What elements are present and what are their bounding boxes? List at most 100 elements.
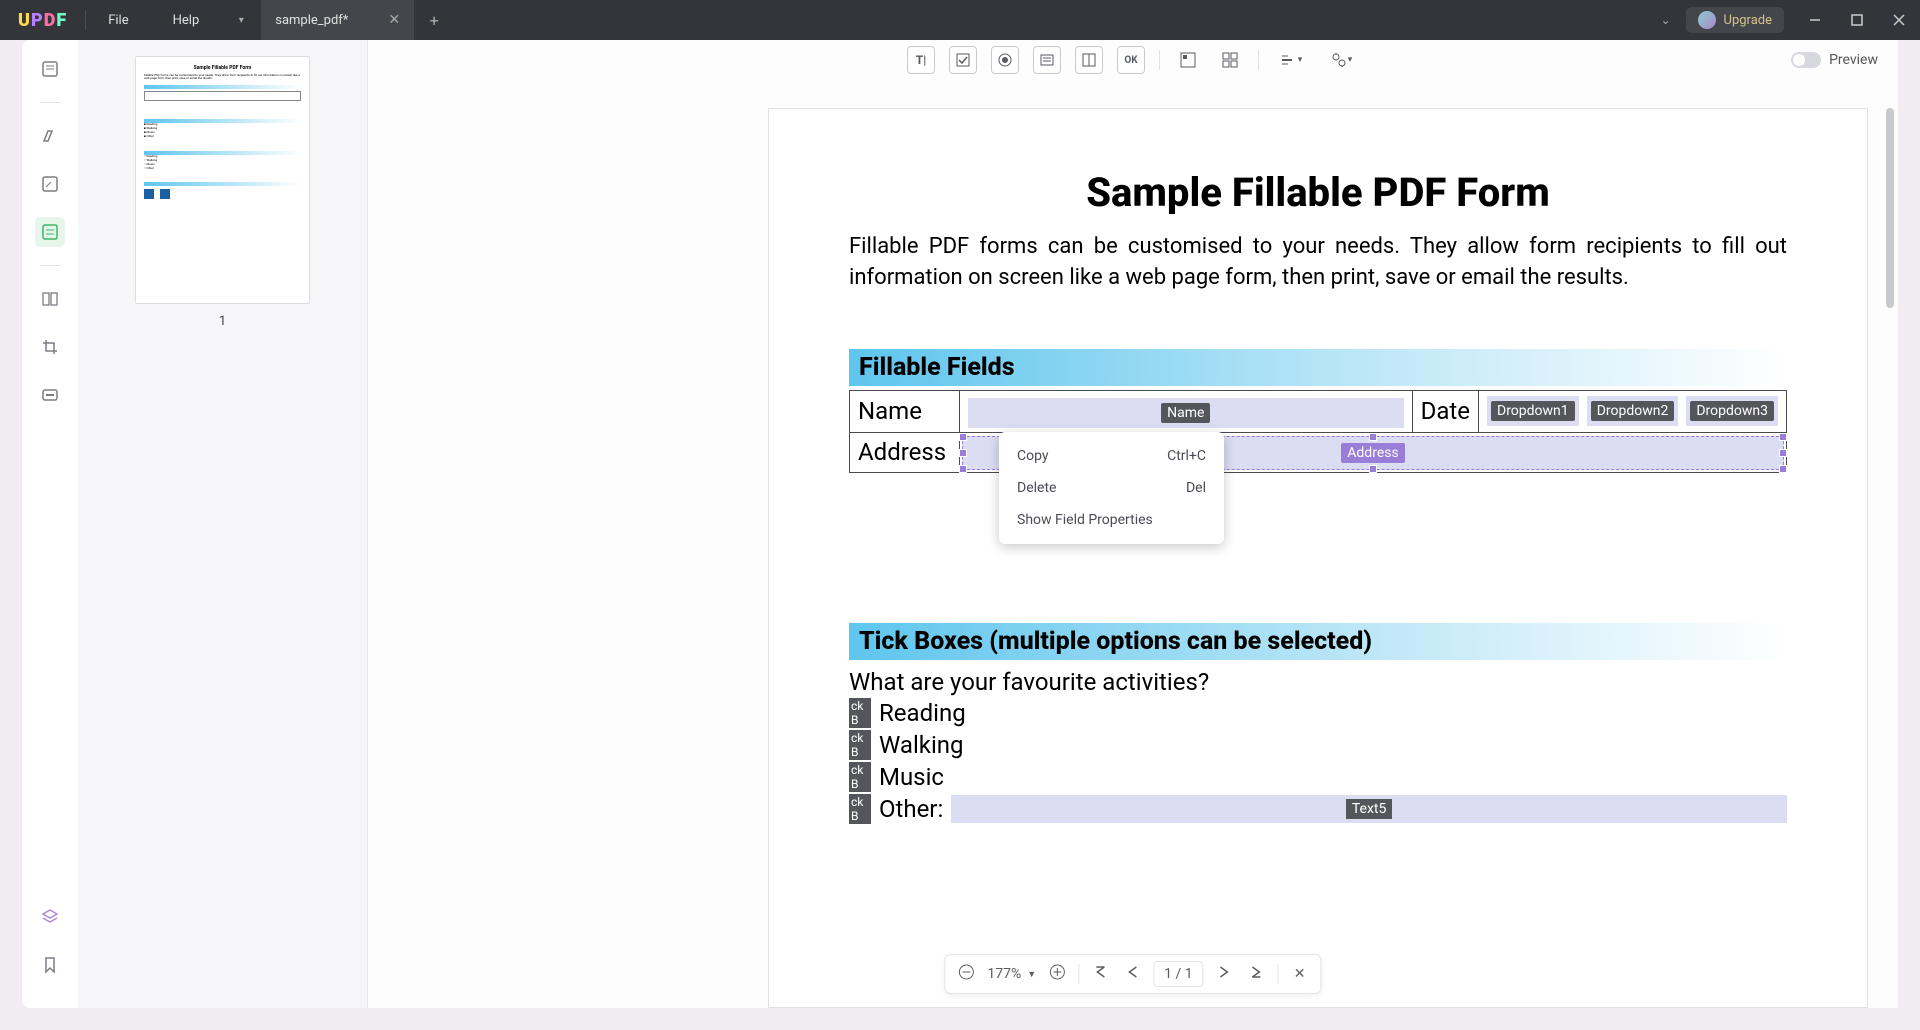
maximize-icon: [1851, 14, 1863, 26]
resize-handle[interactable]: [1779, 449, 1787, 457]
page-navigator: 177%▼ 1 / 1 ✕: [944, 954, 1321, 994]
zoom-level[interactable]: 177%▼: [987, 966, 1036, 982]
field-tag: Address: [1341, 443, 1404, 463]
resize-handle[interactable]: [959, 433, 967, 441]
app-body: Sample Fillable PDF Form Fillable PDF fo…: [22, 40, 1898, 1008]
tool-textfield[interactable]: T|: [907, 46, 935, 74]
rail-redact-icon[interactable]: [35, 380, 65, 410]
field-tag: Name: [1161, 403, 1210, 423]
rail-read-icon[interactable]: [35, 54, 65, 84]
switch-icon: [1791, 52, 1821, 68]
tool-align[interactable]: ▾: [1273, 46, 1309, 74]
left-rail: [22, 40, 78, 1008]
last-page-button[interactable]: [1246, 965, 1268, 983]
form-toolbar: T| OK ▾ ▾: [907, 46, 1359, 74]
menu-file[interactable]: File: [86, 13, 150, 28]
first-page-button[interactable]: [1089, 965, 1111, 983]
close-icon: [1893, 14, 1905, 26]
option-label: Other:: [879, 795, 943, 823]
nav-separator: [1078, 964, 1079, 984]
ctx-show-properties[interactable]: Show Field Properties: [999, 504, 1224, 536]
tool-settings[interactable]: ▾: [1323, 46, 1359, 74]
rail-separator: [40, 265, 60, 266]
prev-page-button[interactable]: [1121, 965, 1143, 983]
intro-paragraph: Fillable PDF forms can be customised to …: [849, 232, 1787, 294]
page-thumbnail[interactable]: Sample Fillable PDF Form Fillable PDF fo…: [135, 56, 310, 304]
ctx-copy[interactable]: Copy Ctrl+C: [999, 440, 1224, 472]
page-indicator[interactable]: 1 / 1: [1153, 961, 1203, 987]
checkbox-badge[interactable]: ck B: [849, 730, 871, 760]
tool-dropdown[interactable]: [1033, 46, 1061, 74]
document-area: T| OK ▾ ▾ Preview Sample Fillable PDF Fo…: [368, 40, 1898, 1008]
context-menu: Copy Ctrl+C Delete Del Show Field Proper…: [999, 432, 1224, 544]
titlebar: UPDF File Help ▾ sample_pdf* ✕ + ⌄ Upgra…: [0, 0, 1920, 40]
page-title: Sample Fillable PDF Form: [849, 169, 1787, 216]
resize-handle[interactable]: [1779, 433, 1787, 441]
name-field-cell: Name: [960, 390, 1413, 432]
other-text-field[interactable]: Text5: [951, 795, 1787, 823]
rail-edit-icon[interactable]: [35, 169, 65, 199]
tool-image-field[interactable]: [1174, 46, 1202, 74]
menu-help[interactable]: Help: [151, 13, 222, 28]
date-dropdown-1[interactable]: Dropdown1: [1487, 396, 1579, 426]
close-tab-icon[interactable]: ✕: [388, 12, 400, 28]
name-text-field[interactable]: Name: [968, 398, 1404, 428]
rail-highlight-icon[interactable]: [35, 121, 65, 151]
pdf-page[interactable]: Sample Fillable PDF Form Fillable PDF fo…: [768, 108, 1868, 1008]
rail-form-icon[interactable]: [35, 217, 65, 247]
rail-organize-icon[interactable]: [35, 284, 65, 314]
rail-layers-icon[interactable]: [35, 902, 65, 932]
option-row: ck B Music: [849, 762, 1787, 792]
date-dropdown-2[interactable]: Dropdown2: [1587, 396, 1679, 426]
nav-separator: [1278, 964, 1279, 984]
question-text: What are your favourite activities?: [849, 668, 1787, 696]
resize-handle[interactable]: [1779, 465, 1787, 473]
date-field-cell: Dropdown1 Dropdown2 Dropdown3: [1479, 390, 1787, 432]
option-label: Walking: [879, 731, 964, 759]
option-label: Reading: [879, 699, 966, 727]
toolbar-separator: [1159, 50, 1160, 70]
resize-handle[interactable]: [1369, 465, 1377, 473]
rail-bookmark-icon[interactable]: [35, 950, 65, 980]
thumbnail-page-number: 1: [94, 314, 351, 329]
toolbar-separator: [1258, 50, 1259, 70]
minimize-button[interactable]: [1794, 0, 1836, 40]
tool-checkbox[interactable]: [949, 46, 977, 74]
app-logo: UPDF: [0, 10, 85, 31]
close-window-button[interactable]: [1878, 0, 1920, 40]
ctx-delete[interactable]: Delete Del: [999, 472, 1224, 504]
titlebar-dropdown-icon[interactable]: ⌄: [1646, 13, 1686, 27]
tab-list-dropdown[interactable]: ▾: [221, 15, 261, 26]
rail-crop-icon[interactable]: [35, 332, 65, 362]
field-tag: Text5: [1346, 799, 1393, 819]
tool-grid[interactable]: [1216, 46, 1244, 74]
resize-handle[interactable]: [959, 465, 967, 473]
thumbnail-panel: Sample Fillable PDF Form Fillable PDF fo…: [78, 40, 368, 1008]
tool-listbox[interactable]: [1075, 46, 1103, 74]
close-nav-button[interactable]: ✕: [1289, 966, 1311, 982]
fields-table: Name Name Date Dropdown1 Dropdown2 Dropd…: [849, 390, 1787, 473]
checkbox-badge[interactable]: ck B: [849, 794, 871, 824]
section-tick-boxes: Tick Boxes (multiple options can be sele…: [849, 623, 1787, 660]
date-dropdown-3[interactable]: Dropdown3: [1686, 396, 1778, 426]
vertical-scrollbar[interactable]: [1886, 108, 1894, 308]
tool-button[interactable]: OK: [1117, 46, 1145, 74]
upgrade-label: Upgrade: [1724, 13, 1772, 28]
checkbox-badge[interactable]: ck B: [849, 698, 871, 728]
preview-toggle[interactable]: Preview: [1791, 52, 1878, 68]
maximize-button[interactable]: [1836, 0, 1878, 40]
avatar-icon: [1698, 11, 1716, 29]
rail-separator: [40, 102, 60, 103]
upgrade-button[interactable]: Upgrade: [1686, 7, 1784, 33]
name-label: Name: [850, 390, 960, 432]
add-tab-button[interactable]: +: [414, 11, 454, 30]
zoom-out-button[interactable]: [955, 964, 977, 984]
zoom-in-button[interactable]: [1046, 964, 1068, 984]
resize-handle[interactable]: [959, 449, 967, 457]
checkbox-badge[interactable]: ck B: [849, 762, 871, 792]
resize-handle[interactable]: [1369, 433, 1377, 441]
section-fillable-fields: Fillable Fields: [849, 349, 1787, 386]
tool-radio[interactable]: [991, 46, 1019, 74]
next-page-button[interactable]: [1214, 965, 1236, 983]
document-tab[interactable]: sample_pdf* ✕: [261, 0, 414, 40]
